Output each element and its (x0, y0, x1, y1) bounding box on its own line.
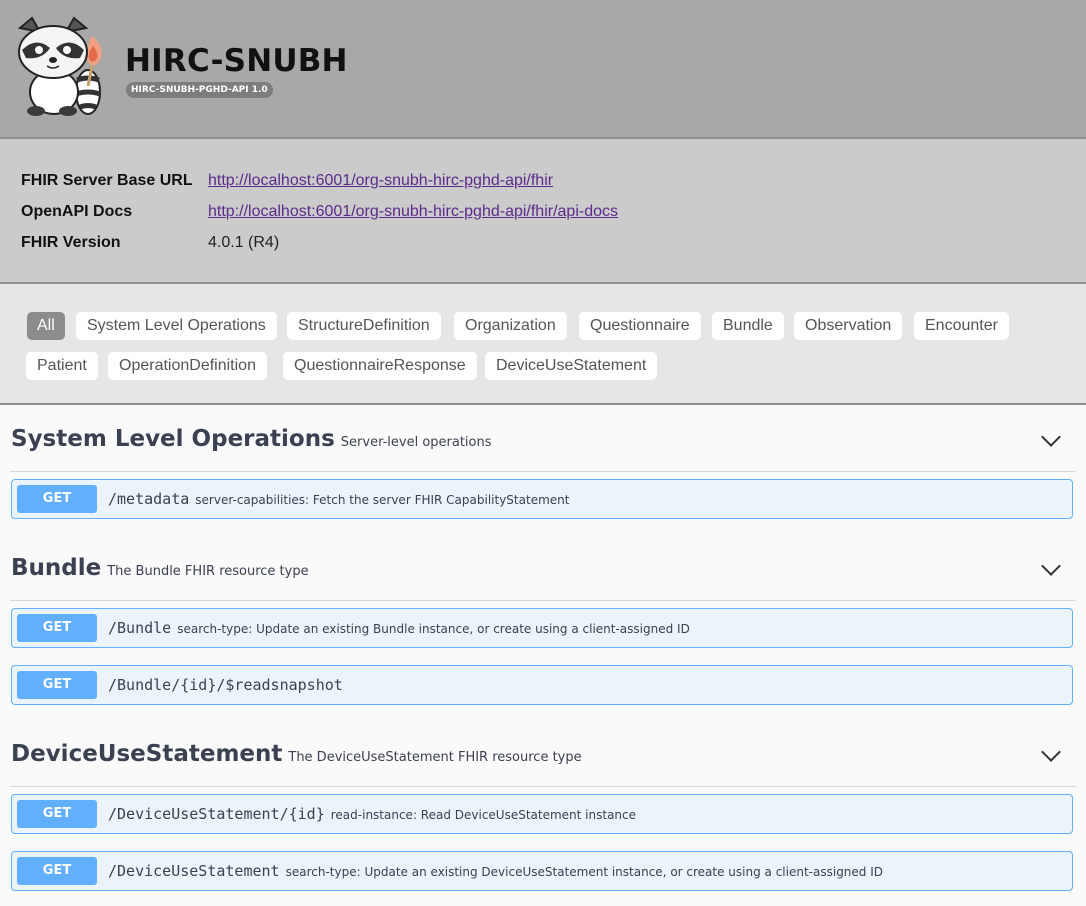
operation-path: /DeviceUseStatement/{id} read-instance: R… (108, 805, 637, 823)
filter-chip-encounter[interactable]: Encounter (914, 312, 1009, 340)
info-row-openapi-docs: OpenAPI Docs http://localhost:6001/org-sn… (21, 203, 618, 221)
section-description: The Bundle FHIR resource type (107, 564, 309, 579)
section-divider (10, 600, 1076, 601)
section-title: DeviceUseStatement (11, 741, 283, 767)
info-label: OpenAPI Docs (21, 203, 133, 220)
filter-chip-structuredefinition[interactable]: StructureDefinition (287, 312, 441, 340)
method-badge-get: GET (17, 857, 97, 885)
version-badge: HIRC-SNUBH-PGHD-API 1.0 (126, 82, 273, 98)
chevron-down-icon[interactable] (1041, 556, 1061, 576)
filter-chip-deviceusestatement[interactable]: DeviceUseStatement (485, 352, 658, 380)
filter-chip-observation[interactable]: Observation (794, 312, 903, 340)
info-row-base-url: FHIR Server Base URL http://localhost:600… (21, 172, 553, 190)
operation-path: /Bundle/{id}/$readsnapshot (108, 676, 343, 694)
chevron-down-icon[interactable] (1041, 427, 1061, 447)
operation-get-bundle-readsnapshot[interactable]: GET /Bundle/{id}/$readsnapshot (11, 665, 1073, 705)
tag-filter-bar: All System Level Operations StructureDef… (0, 284, 1086, 405)
app-title: HIRC-SNUBH (125, 43, 348, 79)
fhir-version-value: 4.0.1 (R4) (208, 234, 280, 251)
section-title: Bundle (11, 555, 102, 581)
filter-chip-operationdefinition[interactable]: OperationDefinition (108, 352, 267, 380)
filter-chip-all[interactable]: All (27, 312, 65, 340)
operation-path: /metadata server-capabilities: Fetch the … (108, 490, 570, 508)
section-description: Server-level operations (340, 435, 492, 450)
operation-get-deviceusestatement[interactable]: GET /DeviceUseStatement search-type: Upda… (11, 851, 1073, 891)
section-header[interactable]: DeviceUseStatement The DeviceUseStatement… (11, 741, 582, 767)
info-row-fhir-version: FHIR Version 4.0.1 (R4) (21, 234, 279, 252)
filter-chip-questionnaireresponse[interactable]: QuestionnaireResponse (283, 352, 477, 380)
server-info: FHIR Server Base URL http://localhost:600… (0, 139, 1086, 284)
raccoon-logo-icon (17, 16, 102, 116)
section-divider (10, 471, 1076, 472)
filter-chip-bundle[interactable]: Bundle (712, 312, 784, 340)
filter-chip-organization[interactable]: Organization (454, 312, 567, 340)
info-label: FHIR Version (21, 234, 121, 251)
section-header[interactable]: System Level Operations Server-level oper… (11, 426, 492, 452)
info-label: FHIR Server Base URL (21, 172, 193, 189)
method-badge-get: GET (17, 614, 97, 642)
openapi-docs-link[interactable]: http://localhost:6001/org-snubh-hirc-pgh… (208, 203, 618, 220)
section-divider (10, 786, 1076, 787)
section-header[interactable]: Bundle The Bundle FHIR resource type (11, 555, 309, 581)
filter-chip-system-level-operations[interactable]: System Level Operations (76, 312, 277, 340)
operation-summary: server-capabilities: Fetch the server FH… (195, 493, 570, 507)
operation-summary: search-type: Update an existing DeviceUs… (285, 865, 884, 879)
filter-chip-patient[interactable]: Patient (26, 352, 98, 380)
operation-summary: search-type: Update an existing Bundle i… (177, 622, 690, 636)
app-header: HIRC-SNUBH HIRC-SNUBH-PGHD-API 1.0 (0, 0, 1086, 139)
method-badge-get: GET (17, 485, 97, 513)
operation-path: /Bundle search-type: Update an existing B… (108, 619, 690, 637)
chevron-down-icon[interactable] (1041, 742, 1061, 762)
base-url-link[interactable]: http://localhost:6001/org-snubh-hirc-pgh… (208, 172, 553, 189)
operation-path: /DeviceUseStatement search-type: Update a… (108, 862, 884, 880)
method-badge-get: GET (17, 671, 97, 699)
section-description: The DeviceUseStatement FHIR resource typ… (288, 750, 582, 765)
operation-summary: read-instance: Read DeviceUseStatement i… (330, 808, 637, 822)
operation-get-metadata[interactable]: GET /metadata server-capabilities: Fetch … (11, 479, 1073, 519)
operation-get-deviceusestatement-id[interactable]: GET /DeviceUseStatement/{id} read-instanc… (11, 794, 1073, 834)
filter-chip-questionnaire[interactable]: Questionnaire (579, 312, 701, 340)
section-title: System Level Operations (11, 426, 335, 452)
method-badge-get: GET (17, 800, 97, 828)
operation-get-bundle[interactable]: GET /Bundle search-type: Update an existi… (11, 608, 1073, 648)
